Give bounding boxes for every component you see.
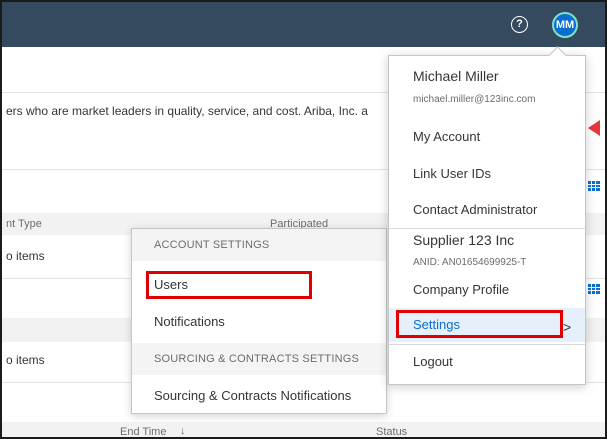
user-menu-popover: Michael Miller michael.miller@123inc.com… <box>388 55 586 385</box>
help-icon[interactable]: ? <box>511 16 528 33</box>
column-header-end-time[interactable]: End Time <box>120 426 166 437</box>
app-window: ? MM ers who are market leaders in quali… <box>0 0 607 439</box>
intro-text: ers who are market leaders in quality, s… <box>6 104 368 118</box>
account-settings-popover: ACCOUNT SETTINGS Users Notifications SOU… <box>131 228 387 414</box>
settings-menu-item[interactable]: Settings <box>389 308 585 342</box>
chevron-right-icon: > <box>563 319 572 335</box>
empty-table-message: o items <box>6 353 45 367</box>
company-profile-menu-item[interactable]: Company Profile <box>389 273 585 307</box>
account-settings-heading: ACCOUNT SETTINGS <box>132 229 386 261</box>
sort-descending-icon[interactable]: ↓ <box>180 425 186 437</box>
link-user-ids-menu-item[interactable]: Link User IDs <box>389 157 585 191</box>
table-settings-icon[interactable] <box>588 284 600 294</box>
users-menu-item[interactable]: Users <box>132 269 386 301</box>
column-header-type[interactable]: nt Type <box>6 218 42 230</box>
menu-separator <box>389 228 585 229</box>
contact-administrator-menu-item[interactable]: Contact Administrator <box>389 193 585 227</box>
sourcing-contracts-notifications-item[interactable]: Sourcing & Contracts Notifications <box>132 380 386 412</box>
shell-bar: ? MM <box>2 2 605 47</box>
my-account-menu-item[interactable]: My Account <box>389 120 585 154</box>
ariba-logo-icon <box>588 120 600 136</box>
user-name: Michael Miller <box>413 68 499 84</box>
empty-table-message: o items <box>6 249 45 263</box>
sourcing-contracts-heading: SOURCING & CONTRACTS SETTINGS <box>132 343 386 375</box>
user-email: michael.miller@123inc.com <box>413 94 536 105</box>
table-header-row <box>2 422 605 437</box>
logout-menu-item[interactable]: Logout <box>389 345 585 379</box>
notifications-menu-item[interactable]: Notifications <box>132 306 386 338</box>
company-anid: ANID: AN01654699925-T <box>413 257 527 268</box>
column-header-status[interactable]: Status <box>376 426 407 437</box>
company-name: Supplier 123 Inc <box>413 232 515 248</box>
table-settings-icon[interactable] <box>588 181 600 191</box>
user-avatar-button[interactable]: MM <box>552 12 578 38</box>
